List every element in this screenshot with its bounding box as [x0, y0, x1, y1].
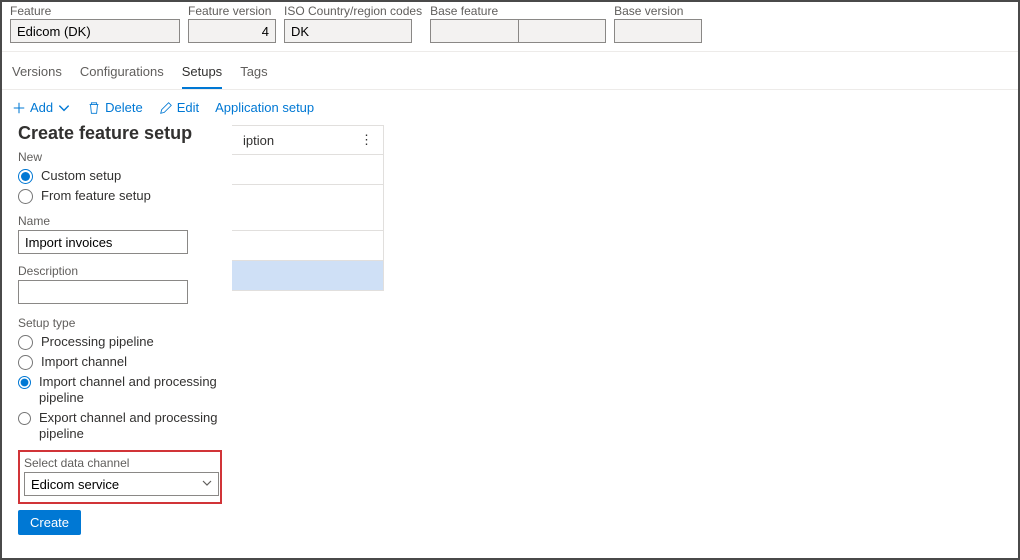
application-setup-label: Application setup: [215, 100, 314, 115]
setup-type-label: Setup type: [18, 316, 224, 330]
tab-tags[interactable]: Tags: [240, 58, 267, 89]
panel-title: Create feature setup: [18, 123, 224, 144]
base-version-field: Base version: [614, 4, 702, 43]
create-button[interactable]: Create: [18, 510, 81, 535]
grid-menu-icon[interactable]: ⋮: [350, 132, 383, 148]
new-section-label: New: [18, 150, 224, 164]
select-data-channel-input[interactable]: [24, 472, 219, 496]
radio-from-feature-setup-input[interactable]: [18, 189, 33, 204]
feature-input[interactable]: [10, 19, 180, 43]
edit-label: Edit: [177, 100, 199, 115]
plus-icon: [12, 101, 26, 115]
application-setup-button[interactable]: Application setup: [215, 100, 314, 115]
add-label: Add: [30, 100, 53, 115]
tabs: Versions Configurations Setups Tags: [2, 52, 1018, 90]
base-feature-input-1[interactable]: [430, 19, 518, 43]
radio-export-channel-processing[interactable]: Export channel and processing pipeline: [18, 410, 224, 442]
base-version-input[interactable]: [614, 19, 702, 43]
create-feature-setup-panel: Create feature setup New Custom setup Fr…: [10, 119, 232, 543]
select-data-channel-label: Select data channel: [24, 456, 216, 470]
radio-import-channel-processing[interactable]: Import channel and processing pipeline: [18, 374, 224, 406]
description-label: Description: [18, 264, 224, 278]
tab-configurations[interactable]: Configurations: [80, 58, 164, 89]
feature-field: Feature: [10, 4, 180, 43]
base-feature-field: Base feature: [430, 4, 606, 43]
grid-col-description[interactable]: iption: [243, 133, 274, 148]
delete-label: Delete: [105, 100, 143, 115]
name-label: Name: [18, 214, 224, 228]
base-feature-input-2[interactable]: [518, 19, 606, 43]
iso-label: ISO Country/region codes: [284, 4, 422, 18]
radio-import-channel[interactable]: Import channel: [18, 354, 224, 370]
description-input[interactable]: [18, 280, 188, 304]
select-data-channel-highlight: Select data channel: [18, 450, 222, 504]
select-data-channel-dropdown[interactable]: [24, 472, 219, 496]
radio-custom-setup-input[interactable]: [18, 169, 33, 184]
iso-field: ISO Country/region codes: [284, 4, 422, 43]
name-input[interactable]: [18, 230, 188, 254]
base-version-label: Base version: [614, 4, 702, 18]
iso-input[interactable]: [284, 19, 412, 43]
edit-button[interactable]: Edit: [159, 100, 199, 115]
radio-from-feature-setup[interactable]: From feature setup: [18, 188, 224, 204]
radio-export-proc-label: Export channel and processing pipeline: [39, 410, 224, 442]
pencil-icon: [159, 101, 173, 115]
radio-processing-label: Processing pipeline: [41, 334, 154, 350]
tab-setups[interactable]: Setups: [182, 58, 222, 89]
header-fields: Feature Feature version ISO Country/regi…: [2, 2, 1018, 52]
base-feature-label: Base feature: [430, 4, 606, 18]
feature-label: Feature: [10, 4, 180, 18]
add-button[interactable]: Add: [12, 100, 71, 115]
delete-button[interactable]: Delete: [87, 100, 143, 115]
tab-versions[interactable]: Versions: [12, 58, 62, 89]
trash-icon: [87, 101, 101, 115]
radio-processing-input[interactable]: [18, 335, 33, 350]
radio-import-proc-label: Import channel and processing pipeline: [39, 374, 224, 406]
radio-export-proc-input[interactable]: [18, 411, 31, 426]
radio-import-channel-input[interactable]: [18, 355, 33, 370]
radio-import-channel-label: Import channel: [41, 354, 127, 370]
chevron-down-icon: [57, 101, 71, 115]
radio-processing-pipeline[interactable]: Processing pipeline: [18, 334, 224, 350]
feature-version-label: Feature version: [188, 4, 276, 18]
radio-custom-setup[interactable]: Custom setup: [18, 168, 224, 184]
radio-import-proc-input[interactable]: [18, 375, 31, 390]
radio-custom-setup-label: Custom setup: [41, 168, 121, 184]
feature-version-input[interactable]: [188, 19, 276, 43]
feature-version-field: Feature version: [188, 4, 276, 43]
radio-from-feature-setup-label: From feature setup: [41, 188, 151, 204]
